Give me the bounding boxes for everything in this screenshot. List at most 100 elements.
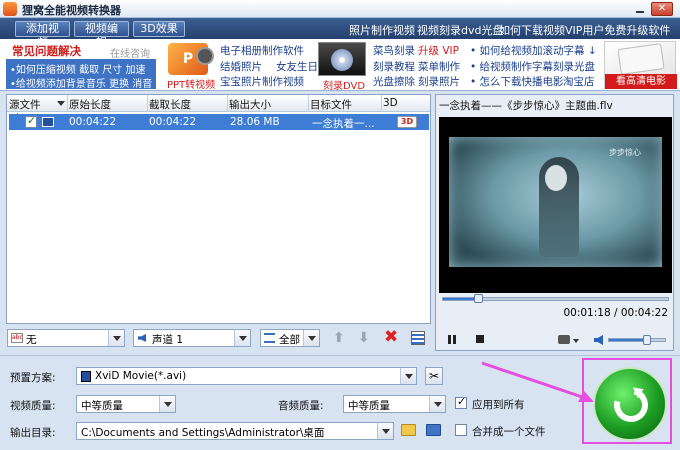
nav-link-download[interactable]: 如何下载视频 <box>499 22 565 38</box>
clear-list-icon[interactable] <box>411 331 425 345</box>
volume-icon[interactable] <box>594 335 603 345</box>
nav-bar: 添加视频 视频编辑 3D效果 照片制作视频 视频刻录dvd光盘 如何下载视频 V… <box>0 18 680 49</box>
preview-panel: 一念执着——《步步惊心》主题曲.flv 步步惊心 00:01:18 / 00:0… <box>435 94 674 351</box>
novice-burn-link[interactable]: 菜鸟刻录 <box>373 43 415 58</box>
ad-banner: 常见问题解决 在线咨询 •如何压缩视频 截取 尺寸 加速 •给视频添加背景音乐 … <box>0 39 680 92</box>
apply-all-checkbox[interactable]: ✓ <box>455 395 467 409</box>
add-video-button[interactable]: 添加视频 <box>15 21 70 49</box>
video-overlay-text: 步步惊心 <box>609 148 641 157</box>
stop-icon[interactable] <box>476 335 484 343</box>
hd-movie-promo[interactable]: 看高清电影 <box>604 41 677 89</box>
chevron-down-icon[interactable] <box>400 368 416 384</box>
video-preview[interactable]: 步步惊心 <box>439 117 672 293</box>
burn-tutorial-link[interactable]: 刻录教程 <box>373 59 415 74</box>
faq-line-2: •给视频添加背景音乐 更换 消音 <box>10 79 153 90</box>
minimize-icon[interactable] <box>634 3 647 15</box>
burn-dvd-link[interactable]: 刻录DVD <box>323 77 365 92</box>
settings-tools-icon[interactable]: ✂ <box>425 367 443 385</box>
camera-icon[interactable] <box>558 335 570 344</box>
row-checkbox[interactable]: ✓ <box>25 114 37 128</box>
nav-link-burn-dvd[interactable]: 视频刻录dvd光盘 <box>417 22 503 38</box>
faq-line-1: •如何压缩视频 截取 尺寸 加速 <box>10 65 146 76</box>
app-logo-icon <box>3 2 17 16</box>
delete-icon[interactable]: ✖ <box>384 327 398 347</box>
preset-label: 预置方案: <box>10 372 56 384</box>
preview-file-title: 一念执着——《步步惊心》主题曲.flv <box>439 100 613 112</box>
tip-download-movie[interactable]: • 怎么下载快播电影 <box>470 74 564 89</box>
upgrade-vip-link[interactable]: 升级 VIP <box>418 43 459 58</box>
nav-link-vip[interactable]: VIP用户免费升级软件 <box>565 22 670 38</box>
nav-link-photo-video[interactable]: 照片制作视频 <box>349 22 415 38</box>
volume-thumb[interactable] <box>643 335 652 345</box>
pause-icon[interactable] <box>448 335 456 344</box>
chevron-down-icon[interactable] <box>108 330 124 346</box>
window-title: 狸窝全能视频转换器 <box>22 4 121 17</box>
target-file-cell: 一念执着一... <box>312 118 375 130</box>
chevron-down-icon[interactable] <box>573 339 579 343</box>
girlfriend-birthday-link[interactable]: 女友生日 <box>276 59 318 74</box>
move-down-icon[interactable]: ⬇ <box>358 330 370 346</box>
faq-replace-link[interactable]: 更换 <box>109 79 129 90</box>
chevron-down-icon[interactable] <box>234 330 250 346</box>
hd-movie-label: 看高清电影 <box>605 74 677 89</box>
folder-browse-icon[interactable] <box>426 424 441 436</box>
output-dir-label: 输出目录: <box>10 427 56 439</box>
subtitle-select[interactable]: abc 无 <box>7 329 125 347</box>
volume-slider[interactable] <box>608 338 666 342</box>
col-source[interactable]: 源文件 <box>9 97 41 112</box>
video-quality-label: 视频质量: <box>10 400 56 412</box>
ppt-to-video-link[interactable]: PPT转视频 <box>167 76 215 91</box>
merge-checkbox[interactable] <box>455 424 467 436</box>
col-cut-length[interactable]: 截取长度 <box>149 97 191 112</box>
time-display: 00:01:18 / 00:04:22 <box>563 307 668 319</box>
online-consult-link[interactable]: 在线咨询 <box>110 45 150 60</box>
chevron-down-icon[interactable] <box>159 396 175 412</box>
faq-title: 常见问题解决 <box>12 44 81 58</box>
col-orig-length[interactable]: 原始长度 <box>69 97 111 112</box>
file-list: 源文件 原始长度 截取长度 输出大小 目标文件 3D ✓ 00:04:22 00… <box>6 94 431 324</box>
wedding-link[interactable]: 结婚照片 <box>220 59 262 74</box>
merge-label: 合并成一个文件 <box>472 426 546 438</box>
3d-badge[interactable]: 3D <box>401 117 413 126</box>
list-icon <box>264 333 275 343</box>
baby-photo-link[interactable]: 宝宝照片制作视频 <box>220 74 304 89</box>
select-all-select[interactable]: 全部 <box>260 329 320 347</box>
edit-video-button[interactable]: 视频编辑 <box>74 21 129 49</box>
audio-track-select[interactable]: 声道 1 <box>133 329 251 347</box>
chevron-down-icon[interactable] <box>377 423 393 439</box>
chevron-down-icon[interactable] <box>429 396 445 412</box>
refresh-icon <box>607 381 655 429</box>
convert-button[interactable] <box>593 367 667 441</box>
preset-select[interactable]: XviD Movie(*.avi) <box>76 367 417 385</box>
tip-subtitle-burn[interactable]: • 给视频制作字幕刻录光盘 <box>470 59 595 74</box>
faq-mute-link[interactable]: 消音 <box>132 79 152 90</box>
album-link[interactable]: 电子相册制作软件 <box>220 43 304 58</box>
folder-open-icon[interactable] <box>401 424 416 436</box>
audio-quality-select[interactable]: 中等质量 <box>343 395 446 413</box>
sort-arrow-icon[interactable] <box>57 101 65 106</box>
faq-bgm-link[interactable]: 给视频添加背景音乐 <box>16 79 106 90</box>
output-dir-select[interactable]: C:\Documents and Settings\Administrator\… <box>76 422 394 440</box>
orig-length-cell: 00:04:22 <box>69 116 117 128</box>
film-reel-icon <box>196 47 214 65</box>
title-bar: 狸窝全能视频转换器 ✕ <box>0 0 680 18</box>
chevron-down-icon[interactable] <box>303 330 319 346</box>
table-row[interactable]: ✓ 00:04:22 00:04:22 28.06 MB 一念执着一... 3D <box>9 114 429 130</box>
seek-thumb[interactable] <box>474 294 483 303</box>
menu-make-link[interactable]: 菜单制作 <box>418 59 460 74</box>
3d-effect-button[interactable]: 3D效果 <box>133 21 185 37</box>
taobao-link[interactable]: 淘宝店 <box>563 74 595 89</box>
dvd-icon[interactable] <box>318 42 366 76</box>
film-icon <box>81 371 91 382</box>
tip-scroll-subtitle[interactable]: • 如何给视频加滚动字幕 ↓ <box>470 43 597 58</box>
audio-quality-label: 音频质量: <box>278 400 324 412</box>
col-3d[interactable]: 3D <box>383 97 398 109</box>
close-icon[interactable]: ✕ <box>651 2 673 16</box>
col-target-file[interactable]: 目标文件 <box>310 97 352 112</box>
move-up-icon[interactable]: ⬆ <box>333 330 345 346</box>
video-quality-select[interactable]: 中等质量 <box>76 395 176 413</box>
subtitle-icon: abc <box>11 333 23 343</box>
col-output-size[interactable]: 输出大小 <box>229 97 271 112</box>
burn-photo-link[interactable]: 刻录照片 <box>418 74 460 89</box>
disc-erase-link[interactable]: 光盘擦除 <box>373 74 415 89</box>
